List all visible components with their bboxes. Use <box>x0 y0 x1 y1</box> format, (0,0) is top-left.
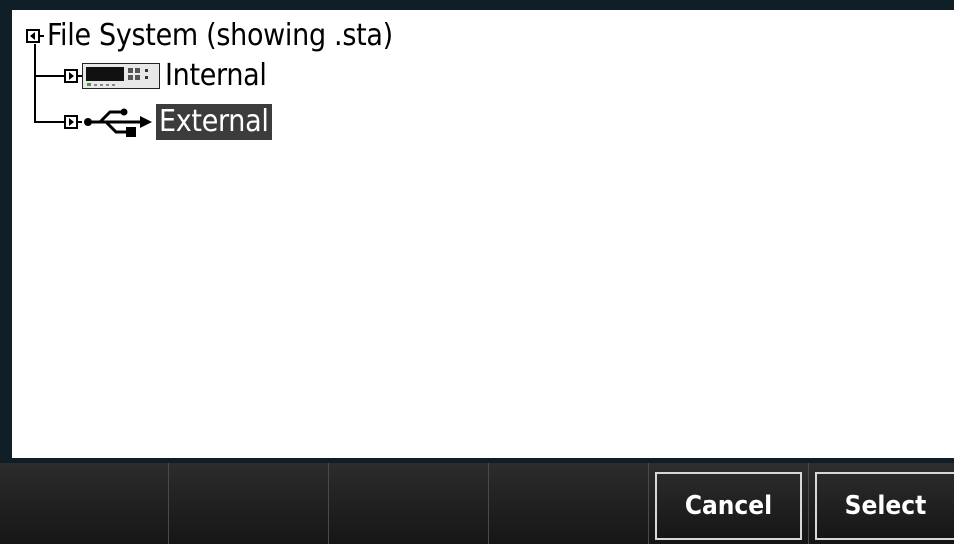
select-button[interactable]: Select <box>808 463 954 544</box>
tree-connector-internal <box>34 75 64 77</box>
tree-connector-external <box>34 121 64 123</box>
expand-toggle-icon[interactable] <box>64 115 78 129</box>
select-label: Select <box>844 491 927 521</box>
softkey-3[interactable] <box>328 463 488 544</box>
usb-icon <box>84 108 152 137</box>
softkey-bar: Cancel Select <box>0 463 954 544</box>
expand-toggle-icon[interactable] <box>64 69 78 83</box>
instrument-screen: File System (showing .sta) Internal Exte… <box>0 0 954 544</box>
tree-node-external[interactable]: External <box>64 102 272 142</box>
instrument-icon <box>82 63 160 89</box>
file-tree: File System (showing .sta) Internal Exte… <box>12 10 954 458</box>
softkey-2[interactable] <box>168 463 328 544</box>
cancel-label: Cancel <box>684 491 773 521</box>
collapse-toggle-icon[interactable] <box>26 29 40 43</box>
root-label: File System (showing .sta) <box>47 18 393 53</box>
softkey-4[interactable] <box>488 463 648 544</box>
internal-label: Internal <box>165 58 267 93</box>
tree-node-root[interactable]: File System (showing .sta) <box>26 16 396 56</box>
external-label: External <box>156 104 272 140</box>
cancel-button[interactable]: Cancel <box>648 463 808 544</box>
tree-node-internal[interactable]: Internal <box>64 56 270 96</box>
softkey-1[interactable] <box>0 463 168 544</box>
file-browser-panel: File System (showing .sta) Internal Exte… <box>12 10 954 458</box>
